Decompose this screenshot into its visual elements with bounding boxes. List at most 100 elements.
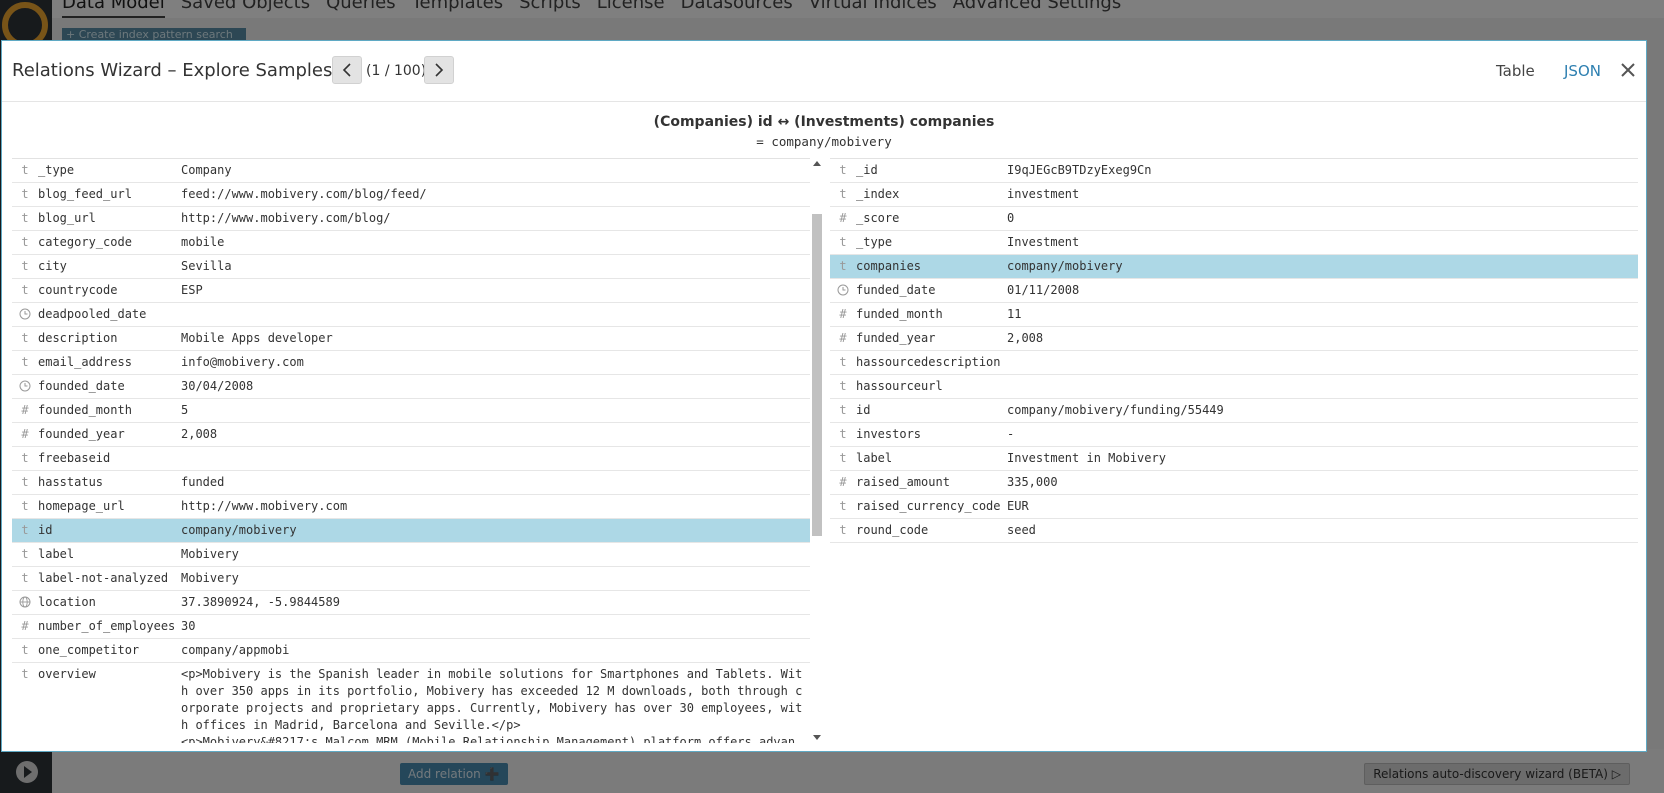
right-document-table: t _id I9qJEGcB9TDzyExeg9Cn t _index investmen… — [830, 158, 1638, 743]
field-name: overview — [38, 667, 96, 681]
field-row-hassourcedescription: t hassourcedescription — [830, 351, 1638, 375]
text-type-icon: t — [839, 355, 847, 369]
field-value: mobile — [181, 235, 225, 249]
scroll-thumb[interactable] — [812, 214, 822, 536]
text-type-icon: t — [21, 499, 29, 513]
field-value: investment — [1007, 187, 1080, 201]
text-type-icon: t — [839, 427, 847, 441]
field-name: companies — [856, 259, 922, 273]
field-value: - — [1007, 427, 1015, 441]
number-type-icon: # — [21, 427, 29, 441]
text-type-icon: t — [839, 379, 847, 393]
scroll-up-icon[interactable] — [813, 160, 821, 168]
clock-icon — [830, 279, 856, 296]
field-row-_id: t _id I9qJEGcB9TDzyExeg9Cn — [830, 159, 1638, 183]
field-name: hassourceurl — [856, 379, 943, 393]
text-type-icon: t — [21, 331, 29, 345]
field-value: 30/04/2008 — [181, 379, 254, 393]
text-type-icon: t — [21, 235, 29, 249]
field-row-founded_month: # founded_month 5 — [12, 399, 810, 423]
number-type-icon: # — [839, 307, 847, 321]
number-type-icon: # — [839, 475, 847, 489]
field-value: funded — [181, 475, 225, 489]
previous-sample-button[interactable] — [332, 56, 362, 84]
field-row-investors: t investors - — [830, 423, 1638, 447]
sample-panels: t _type Company t blog_feed_url feed://www.mo… — [12, 158, 1638, 743]
field-name: _type — [38, 163, 75, 177]
left-document-table: t _type Company t blog_feed_url feed://www.mo… — [12, 158, 810, 743]
field-row-number_of_employees: # number_of_employees 30 — [12, 615, 810, 639]
field-row-location: location 37.3890924, -5.9844589 — [12, 591, 810, 615]
view-table-toggle[interactable]: Table — [1496, 62, 1535, 80]
field-row-hassourceurl: t hassourceurl — [830, 375, 1638, 399]
field-name: city — [38, 259, 67, 273]
clock-icon — [12, 375, 38, 392]
view-json-toggle[interactable]: JSON — [1564, 62, 1601, 80]
field-row-one_competitor: t one_competitor company/appmobi — [12, 639, 810, 663]
field-row-funded_date: funded_date 01/11/2008 — [830, 279, 1638, 303]
field-name: description — [38, 331, 118, 345]
text-type-icon: t — [839, 523, 847, 537]
field-value: http://www.mobivery.com/blog/ — [181, 211, 391, 225]
field-row-_type: t _type Company — [12, 159, 810, 183]
text-type-icon: t — [21, 451, 29, 465]
field-name: founded_month — [38, 403, 132, 417]
page-counter: (1 / 100) — [366, 63, 427, 79]
field-row-overview: t overview <p>Mobivery is the Spanish lead… — [12, 663, 810, 743]
field-row-homepage_url: t homepage_url http://www.mobivery.com — [12, 495, 810, 519]
field-name: countrycode — [38, 283, 118, 297]
field-row-label: t label Mobivery — [12, 543, 810, 567]
field-row-category_code: t category_code mobile — [12, 231, 810, 255]
field-name: _index — [856, 187, 900, 201]
field-name: round_code — [856, 523, 929, 537]
field-value: company/mobivery — [1007, 259, 1123, 273]
text-type-icon: t — [21, 259, 29, 273]
field-row-description: t description Mobile Apps developer — [12, 327, 810, 351]
field-row-raised_amount: # raised_amount 335,000 — [830, 471, 1638, 495]
field-name: blog_feed_url — [38, 187, 132, 201]
text-type-icon: t — [21, 523, 29, 537]
field-row-_index: t _index investment — [830, 183, 1638, 207]
next-sample-button[interactable] — [424, 56, 454, 84]
field-row-hasstatus: t hasstatus funded — [12, 471, 810, 495]
field-row-email_address: t email_address info@mobivery.com — [12, 351, 810, 375]
field-name: hassourcedescription — [856, 355, 1001, 369]
field-row-_score: # _score 0 — [830, 207, 1638, 231]
field-value: <p>Mobivery is the Spanish leader in mob… — [181, 667, 803, 743]
text-type-icon: t — [839, 451, 847, 465]
chevron-left-icon — [342, 63, 351, 77]
field-value: Company — [181, 163, 232, 177]
clock-icon — [12, 303, 38, 320]
field-value: info@mobivery.com — [181, 355, 304, 369]
field-row-deadpooled_date: deadpooled_date — [12, 303, 810, 327]
text-type-icon: t — [21, 355, 29, 369]
field-value: Mobile Apps developer — [181, 331, 333, 345]
field-name: raised_amount — [856, 475, 950, 489]
field-name: freebaseid — [38, 451, 111, 465]
field-value: Investment — [1007, 235, 1080, 249]
text-type-icon: t — [839, 187, 847, 201]
number-type-icon: # — [21, 403, 29, 417]
field-name: founded_year — [38, 427, 125, 441]
field-name: email_address — [38, 355, 132, 369]
field-row-founded_date: founded_date 30/04/2008 — [12, 375, 810, 399]
text-type-icon: t — [21, 211, 29, 225]
field-name: _id — [856, 163, 878, 177]
field-name: location — [38, 595, 96, 609]
field-name: founded_date — [38, 379, 125, 393]
field-value: 2,008 — [181, 427, 218, 441]
close-button[interactable] — [1616, 56, 1640, 84]
globe-icon — [12, 591, 38, 608]
close-icon — [1621, 63, 1635, 77]
field-value: ESP — [181, 283, 203, 297]
field-value: company/mobivery — [181, 523, 297, 537]
text-type-icon: t — [21, 283, 29, 297]
modal-title: Relations Wizard – Explore Samples — [12, 60, 333, 81]
scroll-down-icon[interactable] — [813, 733, 821, 741]
field-name: raised_currency_code — [856, 499, 1001, 513]
field-name: funded_month — [856, 307, 943, 321]
text-type-icon: t — [839, 499, 847, 513]
text-type-icon: t — [21, 643, 29, 657]
text-type-icon: t — [21, 667, 29, 681]
left-scrollbar[interactable] — [810, 158, 824, 743]
